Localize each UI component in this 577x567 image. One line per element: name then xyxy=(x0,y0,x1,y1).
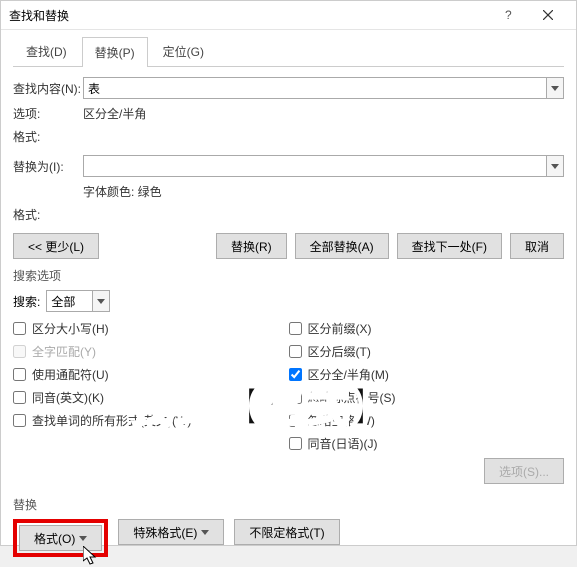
dialog-title: 查找和替换 xyxy=(9,7,488,24)
close-button[interactable] xyxy=(528,1,568,29)
find-next-button[interactable]: 查找下一处(F) xyxy=(397,233,502,259)
help-button[interactable]: ? xyxy=(488,1,528,29)
options-button[interactable]: 选项(S)... xyxy=(484,458,564,484)
no-format-button[interactable]: 不限定格式(T) xyxy=(234,519,339,545)
find-what-input[interactable] xyxy=(83,77,546,99)
chevron-down-icon xyxy=(201,530,209,535)
replace-with-input[interactable] xyxy=(83,155,546,177)
search-dropdown-icon[interactable] xyxy=(92,290,110,312)
format-button[interactable]: 格式(O) xyxy=(19,525,102,551)
special-format-button[interactable]: 特殊格式(E) xyxy=(118,519,224,545)
search-direction-select[interactable]: 全部 xyxy=(46,290,110,312)
check-wildcards[interactable]: 使用通配符(U) xyxy=(13,366,289,383)
cancel-button[interactable]: 取消 xyxy=(510,233,564,259)
tab-goto[interactable]: 定位(G) xyxy=(150,36,217,66)
replace-button[interactable]: 替换(R) xyxy=(216,233,287,259)
svg-text:?: ? xyxy=(505,9,512,21)
check-homophone-jp[interactable]: 同音(日语)(J) xyxy=(289,435,565,452)
check-prefix[interactable]: 区分前缀(X) xyxy=(289,320,565,337)
chevron-down-icon xyxy=(79,536,87,541)
tab-replace[interactable]: 替换(P) xyxy=(82,37,148,67)
check-whole-word: 全字匹配(Y) xyxy=(13,343,289,360)
replace-section-label: 替换 xyxy=(13,496,564,513)
less-button[interactable]: << 更少(L) xyxy=(13,233,99,259)
tab-find[interactable]: 查找(D) xyxy=(13,36,80,66)
check-all-word-forms[interactable]: 查找单词的所有形式(英文)(W) xyxy=(13,412,289,429)
check-sounds-like[interactable]: 同音(英文)(K) xyxy=(13,389,289,406)
check-suffix[interactable]: 区分后缀(T) xyxy=(289,343,565,360)
options-label: 选项: xyxy=(13,105,83,122)
find-what-combo[interactable] xyxy=(83,77,564,99)
options-value: 区分全/半角 xyxy=(83,105,146,122)
format-button-highlight: 格式(O) xyxy=(13,519,108,557)
check-ignore-space[interactable]: 忽略空格(W) xyxy=(289,412,565,429)
find-replace-dialog: 查找和替换 ? 查找(D) 替换(P) 定位(G) 查找内容(N): 选项: 区… xyxy=(0,0,577,546)
check-match-case[interactable]: 区分大小写(H) xyxy=(13,320,289,337)
search-direction-value: 全部 xyxy=(46,290,92,312)
check-ignore-punct[interactable]: 忽略标点符号(S) xyxy=(289,389,565,406)
replace-all-button[interactable]: 全部替换(A) xyxy=(295,233,389,259)
replace-format-value: 字体颜色: 绿色 xyxy=(83,183,162,200)
replace-dropdown-icon[interactable] xyxy=(546,155,564,177)
tab-strip: 查找(D) 替换(P) 定位(G) xyxy=(13,36,564,67)
replace-with-label: 替换为(I): xyxy=(13,158,83,175)
find-what-label: 查找内容(N): xyxy=(13,80,83,97)
search-label: 搜索: xyxy=(13,293,40,310)
titlebar: 查找和替换 ? xyxy=(1,1,576,30)
find-dropdown-icon[interactable] xyxy=(546,77,564,99)
replace-with-combo[interactable] xyxy=(83,155,564,177)
search-options-label: 搜索选项 xyxy=(13,267,564,284)
replace-format-label: 格式: xyxy=(13,206,83,223)
check-full-half[interactable]: 区分全/半角(M) xyxy=(289,366,565,383)
find-format-label: 格式: xyxy=(13,128,83,145)
